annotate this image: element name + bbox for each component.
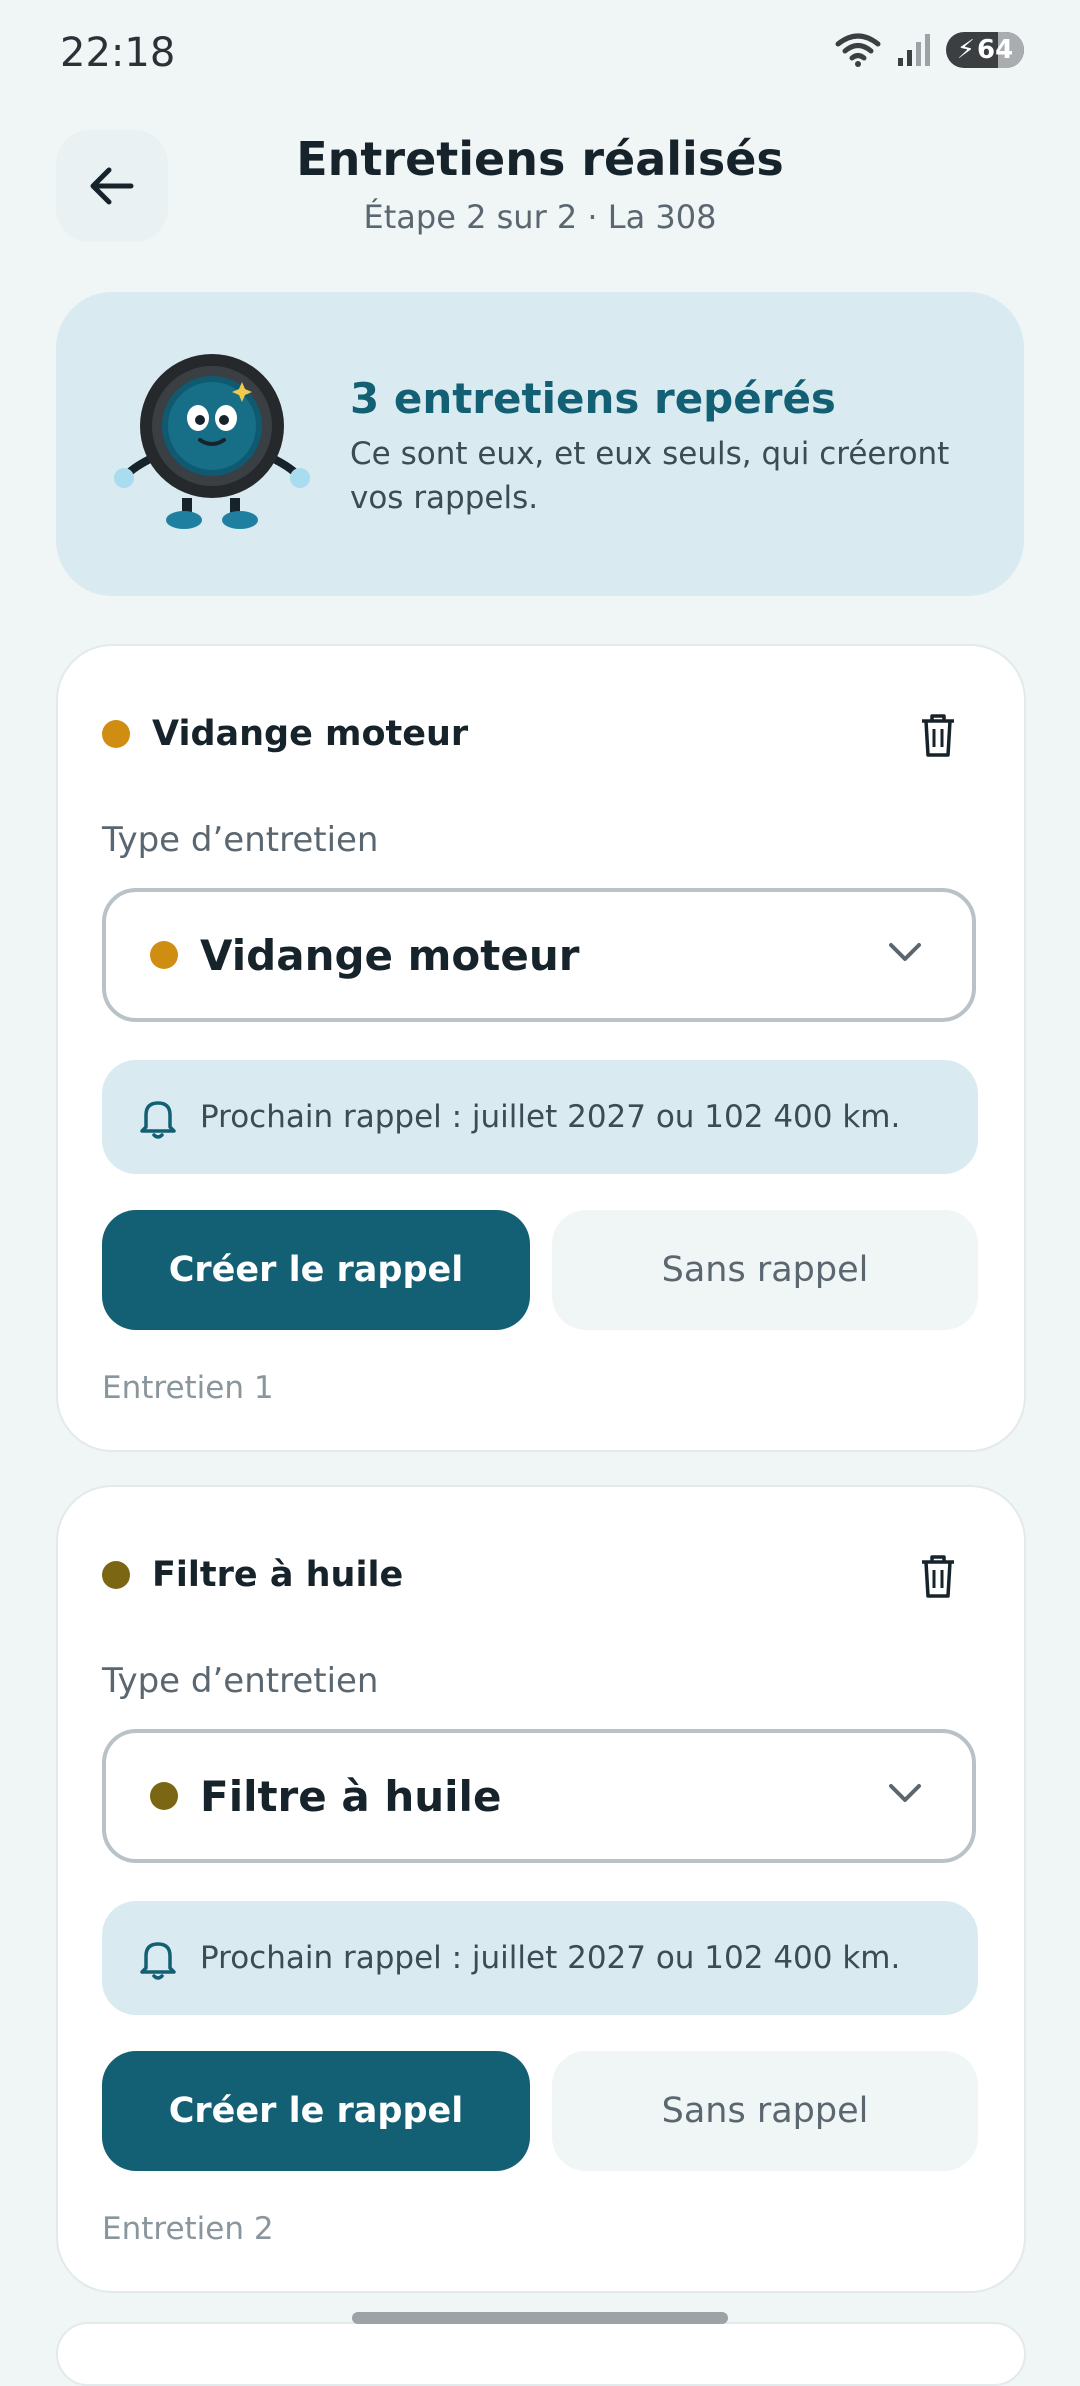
- category-dot: [150, 941, 178, 969]
- summary-title: 3 entretiens repérés: [350, 374, 836, 423]
- maintenance-card: Filtre à huile Type d’entretien Filtre à…: [56, 1485, 1026, 2293]
- selected-type: Vidange moteur: [200, 930, 580, 980]
- page-header: Entretiens réalisés Étape 2 sur 2 · La 3…: [0, 120, 1080, 260]
- wifi-icon: [835, 33, 881, 67]
- status-time: 22:18: [60, 30, 176, 76]
- card-title: Vidange moteur: [152, 714, 469, 754]
- next-reminder-info: Prochain rappel : juillet 2027 ou 102 40…: [102, 1060, 978, 1174]
- battery-level: 64: [977, 35, 1014, 65]
- battery-icon: ⚡ 64: [946, 32, 1024, 68]
- type-label: Type d’entretien: [102, 1661, 379, 1701]
- category-dot: [102, 720, 130, 748]
- maintenance-type-select[interactable]: Vidange moteur: [102, 888, 976, 1022]
- card-title: Filtre à huile: [152, 1555, 404, 1595]
- no-reminder-button[interactable]: Sans rappel: [552, 1210, 978, 1330]
- type-label: Type d’entretien: [102, 820, 379, 860]
- create-reminder-button[interactable]: Créer le rappel: [102, 1210, 530, 1330]
- card-header: Filtre à huile: [102, 1555, 403, 1595]
- bell-icon: [140, 1942, 176, 1980]
- chevron-down-icon: [889, 943, 921, 961]
- reminder-text: Prochain rappel : juillet 2027 ou 102 40…: [200, 1099, 901, 1135]
- tire-mascot-illustration: [114, 354, 310, 529]
- signal-icon: [898, 34, 930, 66]
- summary-banner: 3 entretiens repérés Ce sont eux, et eux…: [56, 292, 1024, 596]
- page-subtitle: Étape 2 sur 2 · La 308: [363, 198, 717, 236]
- next-reminder-info: Prochain rappel : juillet 2027 ou 102 40…: [102, 1901, 978, 2015]
- card-index-label: Entretien 1: [102, 1370, 274, 1406]
- chevron-down-icon: [889, 1784, 921, 1802]
- maintenance-card-partial: [56, 2322, 1026, 2386]
- system-icons: ⚡ 64: [834, 32, 1024, 68]
- maintenance-card: Vidange moteur Type d’entretien Vidange …: [56, 644, 1026, 1452]
- category-dot: [150, 1782, 178, 1810]
- selected-type: Filtre à huile: [200, 1771, 502, 1821]
- summary-text: Ce sont eux, et eux seuls, qui créeront …: [350, 436, 950, 516]
- create-reminder-button[interactable]: Créer le rappel: [102, 2051, 530, 2171]
- home-indicator[interactable]: [352, 2312, 728, 2324]
- trash-icon[interactable]: [918, 1553, 958, 1599]
- no-reminder-button[interactable]: Sans rappel: [552, 2051, 978, 2171]
- card-index-label: Entretien 2: [102, 2211, 274, 2247]
- status-bar: 22:18 ⚡ 64: [0, 0, 1080, 110]
- card-header: Vidange moteur: [102, 714, 468, 754]
- bell-icon: [140, 1101, 176, 1139]
- category-dot: [102, 1561, 130, 1589]
- maintenance-type-select[interactable]: Filtre à huile: [102, 1729, 976, 1863]
- reminder-text: Prochain rappel : juillet 2027 ou 102 40…: [200, 1940, 901, 1976]
- page-title: Entretiens réalisés: [296, 132, 784, 186]
- trash-icon[interactable]: [918, 712, 958, 758]
